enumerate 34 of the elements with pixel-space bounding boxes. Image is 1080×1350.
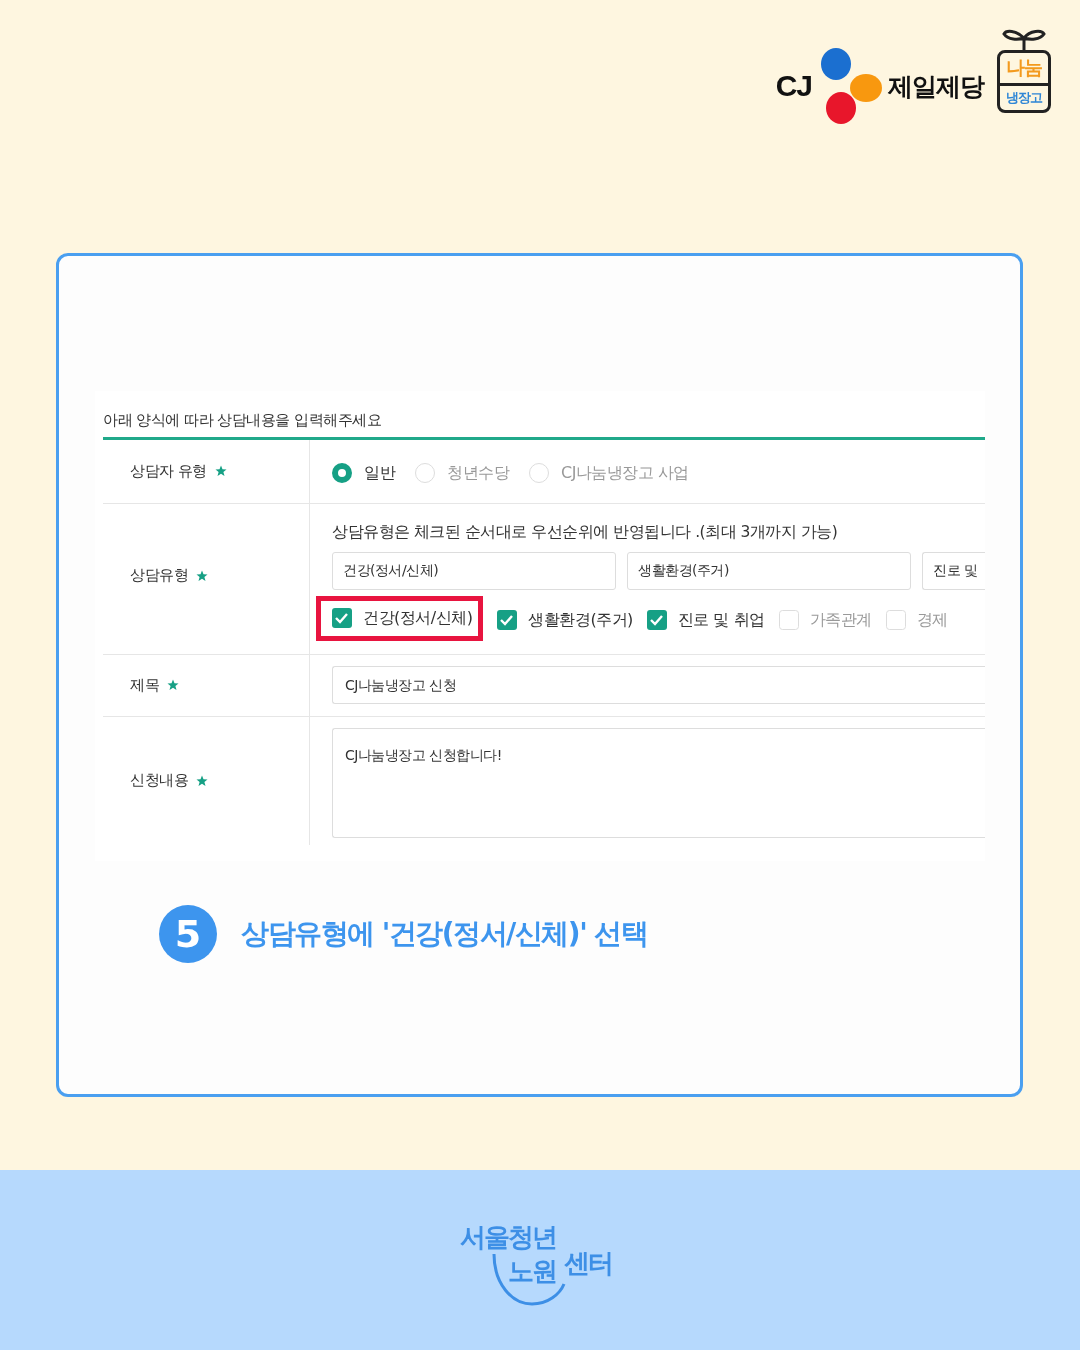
content-field[interactable]: CJ나눔냉장고 신청합니다! bbox=[332, 727, 985, 838]
field-label: 제목 bbox=[130, 675, 159, 695]
checkbox-label: 진로 및 취업 bbox=[677, 609, 765, 631]
checkbox[interactable] bbox=[332, 608, 352, 629]
priority-field[interactable]: 진로 및 bbox=[922, 551, 985, 590]
form-intro: 아래 양식에 따라 상담내용을 입력해주세요 bbox=[103, 410, 382, 429]
radio-button[interactable] bbox=[332, 463, 352, 484]
checkbox-label: 생활환경(주거) bbox=[528, 609, 633, 631]
brand-mark: CJ bbox=[775, 69, 812, 103]
logo-top-text: 나눔 bbox=[1006, 55, 1042, 80]
instruction-text: 상담유형은 체크된 순서대로 우선순위에 반영됩니다 .(최대 3개까지 가능) bbox=[332, 521, 839, 543]
logo-bottom-text: 냉장고 bbox=[1000, 83, 1048, 110]
checkbox[interactable] bbox=[885, 610, 906, 631]
radio-label: 일반 bbox=[364, 462, 395, 484]
field-label: 상담자 유형 bbox=[130, 461, 207, 481]
title-field[interactable]: CJ나눔냉장고 신청 bbox=[332, 665, 985, 704]
checkbox[interactable] bbox=[778, 610, 799, 631]
field-label: 신청내용 bbox=[130, 771, 188, 791]
logo-text: 노원 bbox=[508, 1255, 556, 1289]
step-number: 5 bbox=[159, 904, 217, 963]
logo-text: 서울청년 bbox=[460, 1221, 556, 1255]
checkbox-label: 경제 bbox=[916, 609, 948, 631]
radio-label: CJ나눔냉장고 사업 bbox=[561, 462, 689, 484]
step-caption: 상담유형에 '건강(정서/신체)' 선택 bbox=[241, 915, 648, 952]
logo-text: 센터 bbox=[564, 1247, 612, 1281]
checkbox[interactable] bbox=[497, 610, 518, 631]
priority-field[interactable]: 건강(정서/신체) bbox=[332, 551, 616, 590]
checkbox[interactable] bbox=[646, 610, 667, 631]
priority-field[interactable]: 생활환경(주거) bbox=[627, 551, 911, 590]
field-label: 상담유형 bbox=[130, 566, 188, 586]
checkbox-label: 가족관계 bbox=[809, 609, 872, 631]
brand-name: 제일제당 bbox=[888, 70, 984, 103]
checkbox-label: 건강(정서/신체) bbox=[363, 607, 473, 629]
radio-label: 청년수당 bbox=[447, 462, 509, 484]
